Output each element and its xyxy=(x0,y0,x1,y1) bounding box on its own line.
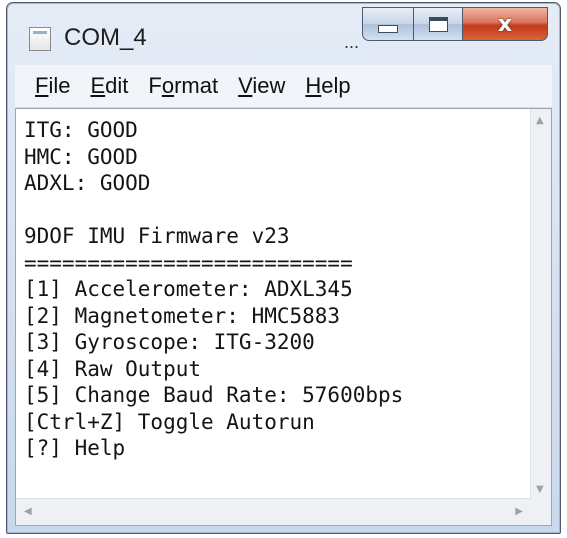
close-icon: x xyxy=(497,11,513,37)
menu-file-mnemonic: F xyxy=(35,73,49,98)
minimize-button[interactable] xyxy=(362,7,414,41)
menu-help-label: elp xyxy=(321,73,351,98)
scroll-up-icon[interactable]: ▲ xyxy=(536,115,544,126)
output-line: [2] Magnetometer: HMC5883 xyxy=(24,303,341,328)
menu-edit-mnemonic: E xyxy=(90,73,106,98)
title-ellipsis: ... xyxy=(344,32,360,52)
menu-format[interactable]: Format xyxy=(146,73,220,99)
close-button[interactable]: x xyxy=(462,7,548,41)
serial-output-text[interactable]: ITG: GOOD HMC: GOOD ADXL: GOOD 9DOF IMU … xyxy=(24,117,524,469)
menu-help[interactable]: Help xyxy=(303,73,352,99)
scroll-right-icon[interactable]: ▶ xyxy=(515,506,523,517)
menu-format-label: rmat xyxy=(174,73,219,98)
minimize-icon xyxy=(378,25,398,33)
menu-format-mnemonic: o xyxy=(161,73,175,98)
output-line: ADXL: GOOD xyxy=(24,171,151,195)
output-line: [4] Raw Output xyxy=(24,356,202,381)
title-bar[interactable]: COM_4 ... x xyxy=(7,3,560,65)
menu-view-label: iew xyxy=(252,73,286,98)
output-line: 9DOF IMU Firmware v23 xyxy=(24,224,290,248)
output-line: [?] Help xyxy=(24,436,126,460)
vertical-scrollbar[interactable]: ▲ ▼ xyxy=(530,109,551,501)
notepad-window: COM_4 ... x File Edit Format View Help I… xyxy=(6,2,561,534)
output-line: ITG: GOOD xyxy=(24,118,138,142)
menu-view-mnemonic: V xyxy=(238,73,253,98)
scroll-down-icon[interactable]: ▼ xyxy=(536,484,544,495)
menu-edit-label: dit xyxy=(105,73,129,98)
menu-file-label: ile xyxy=(48,73,71,98)
horizontal-scrollbar[interactable]: ◀ ▶ xyxy=(16,498,531,525)
window-title: COM_4 xyxy=(64,24,147,51)
output-line: [3] Gyroscope: ITG-3200 xyxy=(24,330,315,354)
menu-edit[interactable]: Edit xyxy=(88,73,130,99)
scroll-left-icon[interactable]: ◀ xyxy=(24,506,32,517)
size-grip[interactable] xyxy=(531,499,551,525)
output-line: [5] Change Baud Rate: 57600bps xyxy=(24,383,404,407)
notepad-icon[interactable] xyxy=(29,27,51,51)
menu-help-mnemonic: H xyxy=(305,73,322,98)
output-line: [1] Accelerometer: ADXL345 xyxy=(24,277,353,301)
text-editor[interactable]: ITG: GOOD HMC: GOOD ADXL: GOOD 9DOF IMU … xyxy=(15,108,552,526)
maximize-button[interactable] xyxy=(413,7,463,41)
menu-view[interactable]: View xyxy=(236,73,287,99)
menu-format-prefix: F xyxy=(148,73,162,98)
output-line: ========================== xyxy=(24,250,353,275)
maximize-icon xyxy=(428,16,448,32)
menu-file[interactable]: File xyxy=(33,73,72,99)
menu-bar: File Edit Format View Help xyxy=(15,65,552,108)
output-line: HMC: GOOD xyxy=(24,144,138,169)
output-line: [Ctrl+Z] Toggle Autorun xyxy=(24,409,315,434)
